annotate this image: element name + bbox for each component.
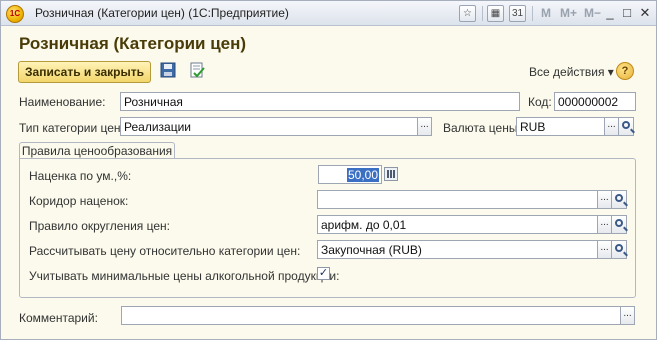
alcohol-min-label: Учитывать минимальные цены алкогольной п…	[29, 269, 340, 283]
tab-pricing-rules[interactable]: Правила ценообразования	[19, 142, 175, 159]
currency-label: Валюта цены:	[443, 121, 521, 135]
page-title: Розничная (Категории цен)	[19, 34, 247, 53]
category-type-label: Тип категории цен:	[19, 121, 124, 135]
favorite-icon[interactable]: ☆	[459, 5, 476, 22]
corridor-label: Коридор наценок:	[29, 194, 129, 208]
markup-input[interactable]: 50,00	[318, 165, 382, 184]
title-bar: 1С Розничная (Категории цен) (1С:Предпри…	[1, 1, 656, 26]
category-type-select-button[interactable]: ...	[417, 117, 432, 136]
calculator-icon[interactable]: ▦	[487, 5, 504, 22]
rounding-input[interactable]: арифм. до 0,01	[317, 215, 598, 234]
calculator-icon[interactable]	[384, 167, 398, 181]
help-icon[interactable]: ?	[616, 62, 634, 80]
code-label: Код:	[528, 95, 552, 109]
markup-value: 50,00	[346, 168, 379, 182]
save-and-close-button[interactable]: Записать и закрыть	[18, 61, 151, 83]
base-category-open-button[interactable]	[611, 240, 627, 259]
markup-label: Наценка по ум.,%:	[29, 169, 132, 183]
rounding-label: Правило округления цен:	[29, 219, 170, 233]
name-label: Наименование:	[19, 95, 106, 109]
currency-select-button[interactable]: ...	[604, 117, 619, 136]
name-input[interactable]: Розничная	[120, 92, 520, 111]
base-category-label: Рассчитывать цену относительно категории…	[29, 244, 301, 258]
comment-select-button[interactable]: ...	[620, 306, 635, 325]
memory-button[interactable]: M	[541, 6, 551, 20]
save-icon[interactable]	[158, 62, 178, 82]
currency-input[interactable]: RUB	[516, 117, 605, 136]
rounding-open-button[interactable]	[611, 215, 627, 234]
search-icon	[622, 121, 630, 129]
alcohol-min-checkbox[interactable]: ✓	[317, 267, 330, 280]
window-title: Розничная (Категории цен) (1С:Предприяти…	[35, 6, 289, 20]
minimize-button[interactable]: _	[602, 5, 618, 21]
rounding-select-button[interactable]: ...	[597, 215, 612, 234]
base-category-select-button[interactable]: ...	[597, 240, 612, 259]
code-input[interactable]: 000000002	[554, 92, 636, 111]
titlebar-divider	[532, 6, 533, 21]
search-icon	[615, 194, 623, 202]
corridor-select-button[interactable]: ...	[597, 190, 612, 209]
corridor-input[interactable]	[317, 190, 598, 209]
all-actions-menu[interactable]: Все действия ▾	[529, 65, 614, 79]
restore-button[interactable]: □	[619, 5, 635, 21]
corridor-open-button[interactable]	[611, 190, 627, 209]
search-icon	[615, 244, 623, 252]
close-button[interactable]: ✕	[637, 5, 653, 21]
memory-add-button[interactable]: M+	[560, 6, 577, 20]
base-category-input[interactable]: Закупочная (RUB)	[317, 240, 598, 259]
calendar-icon[interactable]: 31	[509, 5, 526, 22]
form-window: 1С Розничная (Категории цен) (1С:Предпри…	[0, 0, 657, 340]
search-icon	[615, 219, 623, 227]
category-type-select[interactable]: Реализации	[120, 117, 418, 136]
currency-open-button[interactable]	[618, 117, 634, 136]
memory-subtract-button[interactable]: M−	[584, 6, 601, 20]
comment-input[interactable]	[121, 306, 621, 325]
comment-label: Комментарий:	[19, 311, 98, 325]
post-document-icon[interactable]	[187, 62, 207, 82]
app-logo-icon: 1С	[6, 5, 24, 23]
titlebar-divider	[482, 6, 483, 21]
